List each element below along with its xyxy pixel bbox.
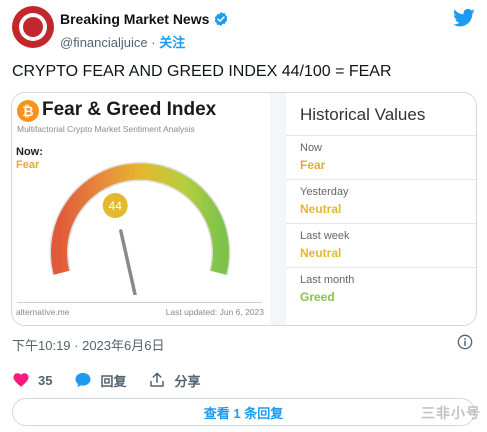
historical-row: Last week Neutral [286, 223, 476, 267]
share-label: 分享 [174, 373, 201, 389]
fear-greed-gauge: ₿ 44 [49, 161, 231, 295]
watermark: 三非小号 [421, 405, 481, 421]
historical-row-label: Last month [300, 274, 355, 286]
historical-row-value: Greed [300, 290, 335, 304]
avatar[interactable] [12, 6, 54, 48]
tweet-header: Breaking Market News @financialjuice · 关… [12, 6, 475, 50]
historical-values-title: Historical Values [300, 105, 426, 124]
verified-badge-icon [215, 12, 228, 26]
historical-row-label: Now [300, 142, 323, 154]
historical-row: Yesterday Neutral [286, 179, 476, 223]
historical-row-label: Last week [300, 230, 350, 242]
fear-greed-card: ₿ Fear & Greed Index Multifactorial Cryp… [12, 93, 270, 325]
like-count: 35 [38, 372, 53, 388]
fear-greed-divider [17, 302, 262, 303]
gauge-needle [119, 229, 137, 295]
now-value: Fear [16, 159, 40, 171]
historical-row-value: Neutral [300, 246, 342, 260]
twitter-bird-icon[interactable] [453, 8, 475, 28]
author-handle[interactable]: @financialjuice [60, 35, 148, 50]
tweet-timestamp[interactable]: 下午10:19 · 2023年6月6日 [12, 335, 164, 354]
tweet-text: CRYPTO FEAR AND GREED INDEX 44/100 = FEA… [12, 63, 392, 80]
tweet-actions: 35 回复 分享 [12, 370, 223, 390]
view-replies-button[interactable]: 查看 1 条回复 [12, 398, 475, 426]
speech-bubble-icon [75, 372, 91, 388]
fear-greed-source: alternative.me [16, 307, 70, 317]
gauge-value-text: 44 [109, 199, 123, 213]
historical-row-value: Fear [300, 158, 326, 172]
reply-label: 回复 [100, 373, 127, 389]
reply-button[interactable]: 回复 [74, 371, 126, 390]
bitcoin-icon: ₿ [17, 100, 39, 122]
author-display-name[interactable]: Breaking Market News [60, 11, 209, 27]
tweet-media-image[interactable]: ₿ Fear & Greed Index Multifactorial Cryp… [11, 92, 477, 326]
historical-values-card: Historical Values Now Fear Yesterday Neu… [286, 93, 476, 325]
author-name-row: Breaking Market News [60, 11, 229, 27]
author-handle-row: @financialjuice · 关注 [60, 32, 185, 51]
share-button[interactable]: 分享 [148, 371, 201, 390]
share-upload-icon [150, 372, 165, 387]
handle-separator: · [151, 35, 156, 50]
follow-button[interactable]: 关注 [159, 35, 185, 50]
historical-row: Last month Greed [286, 267, 476, 311]
heart-icon [13, 373, 29, 387]
fear-greed-subtitle: Multifactorial Crypto Market Sentiment A… [17, 124, 195, 134]
gauge-track [51, 163, 229, 275]
historical-row-label: Yesterday [300, 186, 349, 198]
historical-row: Now Fear [286, 135, 476, 179]
now-label: Now: [16, 146, 43, 158]
fear-greed-last-updated: Last updated: Jun 6, 2023 [165, 307, 264, 317]
like-button[interactable]: 35 [12, 371, 52, 389]
fear-greed-title: Fear & Greed Index [42, 99, 217, 120]
info-icon[interactable] [457, 334, 473, 350]
historical-row-value: Neutral [300, 202, 342, 216]
